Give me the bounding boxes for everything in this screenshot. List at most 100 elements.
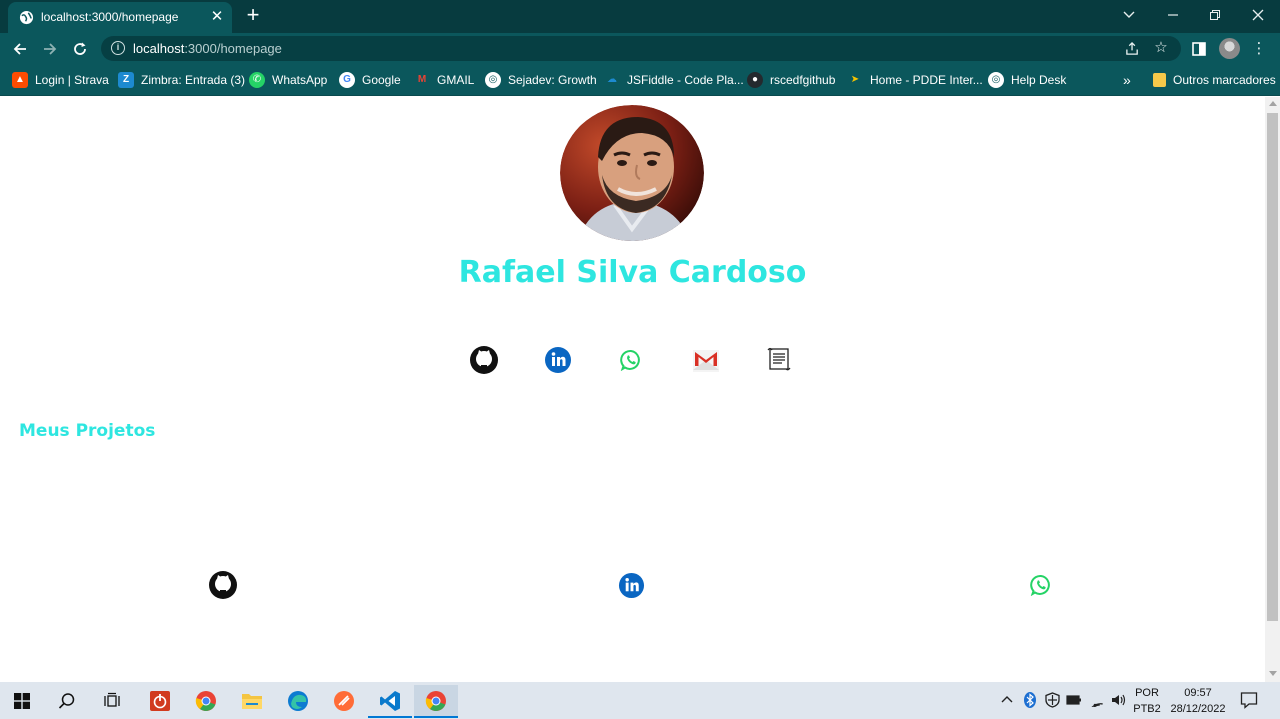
menu-kebab-icon[interactable]: ⋮ — [1248, 38, 1270, 60]
close-icon — [1252, 9, 1264, 21]
other-bookmarks-folder[interactable]: Outros marcadores — [1153, 70, 1276, 90]
arrow-left-icon — [13, 43, 26, 55]
project-whatsapp-link[interactable] — [1030, 574, 1060, 604]
whatsapp-link[interactable] — [620, 349, 650, 379]
input-language[interactable]: POR PTB2 — [1132, 685, 1162, 717]
postman-icon — [334, 691, 354, 711]
reload-button[interactable] — [69, 38, 91, 60]
share-icon[interactable] — [1121, 37, 1143, 59]
reload-icon — [74, 42, 86, 55]
bookmark-pdde[interactable]: ➤ Home - PDDE Inter... — [847, 70, 983, 90]
page-viewport: Rafael Silva Cardoso Meus Projetos — [0, 97, 1265, 682]
profile-photo — [560, 105, 704, 241]
globe-icon — [19, 10, 34, 25]
project-github-link[interactable] — [208, 570, 238, 600]
chrome-icon — [425, 691, 446, 711]
folder-icon — [1153, 73, 1166, 87]
folder-icon — [242, 694, 262, 709]
bookmark-github[interactable]: ● rscedfgithub — [747, 70, 835, 90]
chrome-icon — [195, 691, 216, 711]
page-scrollbar[interactable] — [1265, 97, 1280, 682]
edge-icon — [288, 691, 308, 711]
resume-link[interactable] — [766, 346, 796, 376]
side-panel-icon[interactable] — [1188, 38, 1210, 60]
github-icon — [209, 571, 237, 599]
chevron-down-icon — [1123, 11, 1135, 18]
bookmark-strava[interactable]: ▲ Login | Strava — [12, 70, 109, 90]
notifications-icon[interactable] — [1240, 691, 1258, 709]
google-icon: G — [339, 72, 355, 88]
linkedin-icon — [618, 572, 645, 599]
bookmarks-overflow-button[interactable]: » — [1123, 70, 1131, 90]
wifi-icon[interactable] — [1089, 692, 1105, 709]
arrow-right-icon — [44, 43, 57, 55]
linkedin-icon — [545, 347, 571, 373]
system-clock[interactable]: 09:57 28/12/2022 — [1166, 685, 1230, 717]
close-tab-button[interactable]: ✕ — [208, 8, 226, 26]
new-tab-button[interactable]: + — [242, 4, 264, 27]
pdde-icon: ➤ — [850, 74, 860, 85]
scroll-down-arrow-icon[interactable] — [1269, 671, 1277, 676]
minimize-icon — [1168, 14, 1178, 16]
battery-icon[interactable] — [1066, 692, 1082, 708]
taskbar-edge[interactable] — [276, 685, 320, 717]
resume-icon — [767, 347, 791, 371]
whatsapp-icon: ✆ — [249, 72, 265, 88]
star-bookmark-icon[interactable]: ☆ — [1150, 37, 1172, 59]
gmail-link[interactable] — [692, 346, 722, 376]
profile-name: Rafael Silva Cardoso — [458, 255, 807, 290]
zimbra-icon: Z — [118, 72, 134, 88]
taskbar-app-red[interactable] — [138, 685, 182, 717]
windows-taskbar: POR PTB2 09:57 28/12/2022 — [0, 682, 1280, 719]
bookmark-whatsapp[interactable]: ✆ WhatsApp — [249, 70, 327, 90]
address-bar[interactable]: i localhost:3000/homepage ☆ — [101, 36, 1181, 61]
power-app-icon — [150, 691, 170, 711]
bookmark-helpdesk[interactable]: ◎ Help Desk — [988, 70, 1066, 90]
task-view-button[interactable] — [90, 685, 134, 717]
site-info-icon[interactable]: i — [111, 41, 125, 55]
show-hidden-icons-icon[interactable] — [999, 692, 1015, 708]
start-button[interactable] — [0, 685, 44, 717]
search-button[interactable] — [45, 685, 89, 717]
close-window-button[interactable] — [1236, 0, 1280, 30]
tab-strip: localhost:3000/homepage ✕ + — [0, 0, 1280, 33]
forward-button[interactable] — [39, 38, 61, 60]
scrollbar-thumb[interactable] — [1267, 113, 1278, 621]
search-icon — [58, 693, 75, 709]
scroll-up-arrow-icon[interactable] — [1269, 101, 1277, 106]
volume-icon[interactable] — [1111, 692, 1127, 708]
gmail-icon: M — [417, 74, 427, 85]
whatsapp-icon — [1030, 574, 1050, 597]
url-text: localhost:3000/homepage — [133, 41, 282, 56]
project-linkedin-link[interactable] — [618, 572, 648, 602]
browser-tab[interactable]: localhost:3000/homepage ✕ — [8, 2, 232, 33]
strava-icon: ▲ — [12, 72, 28, 88]
restore-button[interactable] — [1193, 0, 1237, 30]
bookmark-gmail[interactable]: M GMAIL — [414, 70, 475, 90]
taskbar-vscode[interactable] — [368, 685, 412, 718]
bookmark-jsfiddle[interactable]: ☁ JSFiddle - Code Pla... — [604, 70, 744, 90]
security-shield-icon[interactable] — [1044, 692, 1060, 708]
browser-toolbar: i localhost:3000/homepage ☆ ⋮ — [0, 33, 1280, 64]
bluetooth-icon[interactable] — [1022, 692, 1038, 708]
bookmark-sejadev[interactable]: ◎ Sejadev: Growth — [485, 70, 597, 90]
taskbar-postman[interactable] — [322, 685, 366, 717]
profile-avatar[interactable] — [1219, 38, 1240, 59]
bookmark-google[interactable]: G Google — [339, 70, 401, 90]
tab-search-button[interactable] — [1107, 0, 1151, 30]
back-button[interactable] — [9, 38, 31, 60]
github-icon — [470, 346, 498, 374]
github-link[interactable] — [469, 345, 499, 375]
taskbar-file-explorer[interactable] — [230, 685, 274, 717]
globe-icon: ◎ — [485, 72, 501, 88]
windows-logo-icon — [14, 693, 30, 709]
restore-icon — [1210, 10, 1220, 20]
whatsapp-icon — [620, 349, 640, 372]
bookmarks-bar: ▲ Login | Strava Z Zimbra: Entrada (3) ✆… — [0, 64, 1280, 96]
minimize-button[interactable] — [1151, 0, 1195, 30]
tab-title: localhost:3000/homepage — [41, 10, 179, 24]
taskbar-chrome-active[interactable] — [414, 685, 458, 718]
taskbar-chrome[interactable] — [184, 685, 228, 717]
linkedin-link[interactable] — [544, 346, 574, 376]
bookmark-zimbra[interactable]: Z Zimbra: Entrada (3) — [118, 70, 245, 90]
